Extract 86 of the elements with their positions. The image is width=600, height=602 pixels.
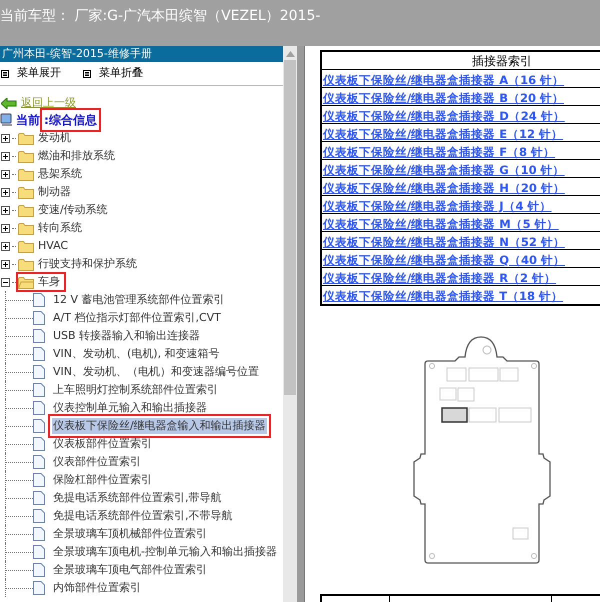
tree-folder[interactable]: 制动器 [18,184,75,200]
folder-icon [18,132,34,144]
current-section: :综合信息 [43,111,98,129]
folder-icon [18,168,34,180]
connector-link[interactable]: 仪表板下保险丝/继电器盒插接器 H（20 针） [323,181,565,195]
tree-folder[interactable]: 变速/传动系统 [18,202,112,218]
document-icon [33,545,45,559]
connector-link[interactable]: 仪表板下保险丝/继电器盒插接器 Q（40 针） [323,253,565,267]
tree-item[interactable]: 12 V 蓄电池管理系统部件位置索引 [52,292,226,308]
document-icon [33,455,45,469]
expand-toggle-icon[interactable] [1,188,10,196]
connector-link[interactable]: 仪表板下保险丝/继电器盒插接器 E（12 针） [323,127,564,141]
document-icon [33,293,45,307]
tree-item[interactable]: 仪表板下保险丝/继电器盒输入和输出插接器 [52,418,267,434]
connector-link[interactable]: 仪表板下保险丝/继电器盒插接器 N（52 针） [323,235,565,249]
tree-folder[interactable]: 转向系统 [18,220,86,236]
collapse-toggle-icon[interactable] [1,278,10,286]
tree-item[interactable]: 免提电话系统部件位置索引,不带导航 [52,508,234,524]
document-icon [33,311,45,325]
expand-toggle-icon[interactable] [1,206,10,214]
tree-item[interactable]: 全景玻璃车顶电机-控制单元输入和输出插接器 [52,544,278,560]
current-label: 当前 [16,112,40,129]
tree-item[interactable]: 保险杠部件位置索引 [52,472,153,488]
expand-toggle-icon[interactable] [1,152,10,160]
folder-icon [18,186,34,198]
tree-item[interactable]: VIN、发动机、（电机）和变速器编号位置 [52,364,260,380]
tree-item[interactable]: 全景玻璃车顶机械部件位置索引 [52,526,208,542]
folder-icon [18,240,34,252]
tree-folder[interactable]: 车身 [18,274,64,290]
document-icon [33,437,45,451]
tree-folder[interactable]: 悬架系统 [18,166,86,182]
computer-icon [0,113,13,127]
table-header: 插接器索引 [322,52,600,70]
document-icon [33,527,45,541]
connector-link[interactable]: 仪表板下保险丝/继电器盒插接器 G（10 针） [323,163,565,177]
expand-toggle-icon[interactable] [1,242,10,250]
scrollbar-thumb[interactable] [284,60,296,395]
tree-folder[interactable]: 行驶支持和保护系统 [18,256,141,272]
document-icon [33,365,45,379]
car-model-title: 当前车型： 厂家:G-广汽本田缤智（VEZEL）2015- [0,8,320,24]
connector-link[interactable]: 仪表板下保险丝/继电器盒插接器 T（18 针） [323,289,564,303]
connector-link[interactable]: 仪表板下保险丝/继电器盒插接器 A（16 针） [323,73,564,87]
document-icon [33,581,45,595]
folder-icon [18,222,34,234]
document-icon [33,347,45,361]
tree-item[interactable]: 仪表板部件位置索引 [52,436,153,452]
tree-folder[interactable]: HVAC [18,238,72,254]
connector-link[interactable]: 仪表板下保险丝/继电器盒插接器 R（2 针） [323,271,556,285]
folder-icon [18,150,34,162]
document-icon [33,509,45,523]
tree-item[interactable]: 仪表控制单元输入和输出插接器 [52,400,208,416]
expand-toggle-icon[interactable] [1,170,10,178]
tree-item[interactable]: USB 转接器输入和输出连接器 [52,328,202,344]
expand-toggle-icon[interactable] [1,260,10,268]
document-icon [33,401,45,415]
menu-toggle-button[interactable]: 菜单折叠 [83,65,143,82]
document-icon [33,419,45,433]
tree-item[interactable]: 内饰部件位置索引 [52,580,142,596]
document-icon [33,473,45,487]
connector-link[interactable]: 仪表板下保险丝/继电器盒插接器 J（4 针） [323,199,552,213]
connector-link[interactable]: 仪表板下保险丝/继电器盒插接器 F（8 针） [323,145,556,159]
tree-item[interactable]: 免提电话系统部件位置索引,带导航 [52,490,222,506]
back-arrow-icon [1,98,17,108]
tree-item[interactable]: 上车照明灯控制系统部件位置索引 [52,382,219,398]
tree-item[interactable]: A/T 档位指示灯部件位置索引,CVT [52,310,222,326]
document-icon [33,491,45,505]
connector-link[interactable]: 仪表板下保险丝/继电器盒插接器 D（24 针） [323,109,565,123]
expand-toggle-icon[interactable] [1,134,10,142]
manual-title: 广州本田-缤智-2015-维修手册 [0,46,283,62]
document-icon [33,329,45,343]
list-icon [1,70,9,78]
document-icon [33,563,45,577]
expand-toggle-icon[interactable] [1,224,10,232]
folder-icon [18,258,34,270]
tree-folder[interactable]: 发动机 [18,130,75,146]
folder-icon [18,204,34,216]
document-icon [33,383,45,397]
tree-item[interactable]: VIN、发动机、(电机), 和变速箱号 [52,346,221,362]
list-icon [83,70,91,78]
tree-folder[interactable]: 燃油和排放系统 [18,148,119,164]
connector-link[interactable]: 仪表板下保险丝/继电器盒插接器 M（5 针） [323,217,559,231]
connector-link[interactable]: 仪表板下保险丝/继电器盒插接器 B（20 针） [323,91,564,105]
menu-toggle-button[interactable]: 菜单展开 [1,65,61,82]
tree-item[interactable]: 全景玻璃车顶电气部件位置索引 [52,562,208,578]
tree-item[interactable]: 仪表部件位置索引 [52,454,142,470]
open-folder-icon [18,276,34,288]
